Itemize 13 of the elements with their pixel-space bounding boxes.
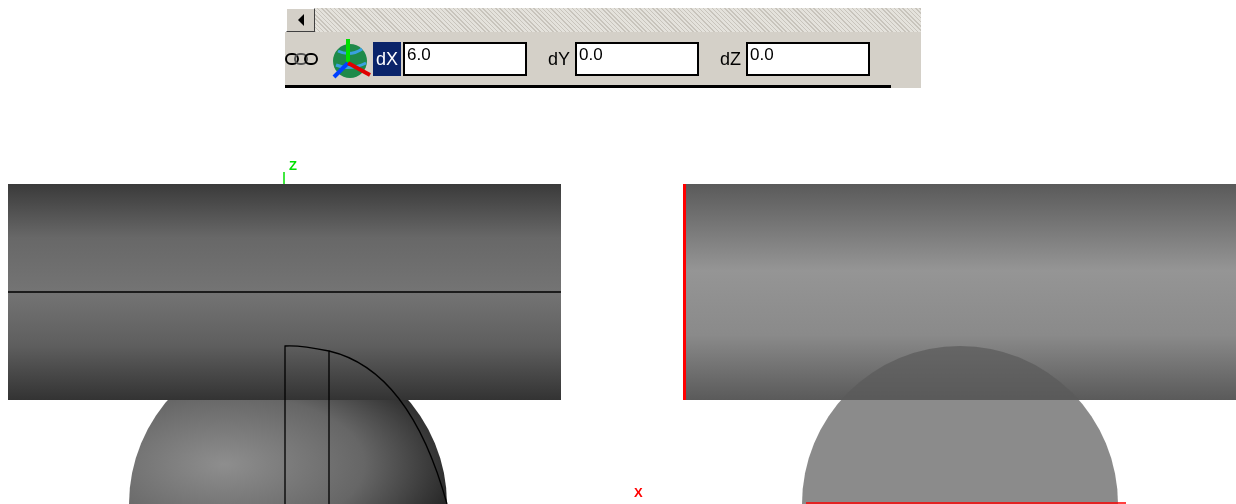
z-axis-tick bbox=[283, 171, 285, 185]
3d-viewport[interactable]: Z X bbox=[0, 88, 1236, 504]
scroll-left-button[interactable] bbox=[286, 8, 315, 32]
field-label[interactable]: dX bbox=[373, 41, 402, 76]
input-field[interactable]: 0.0 bbox=[575, 41, 700, 76]
axis-label: X bbox=[634, 485, 643, 500]
input-field[interactable]: 0.0 bbox=[746, 41, 871, 76]
left-arrow-icon bbox=[296, 14, 305, 26]
axis-label: Z bbox=[289, 158, 297, 173]
globe-axes-icon[interactable] bbox=[330, 36, 372, 81]
field-label[interactable]: dY bbox=[545, 41, 574, 76]
input-field[interactable]: 6.0 bbox=[403, 41, 528, 76]
field-label[interactable]: dZ bbox=[717, 41, 745, 76]
